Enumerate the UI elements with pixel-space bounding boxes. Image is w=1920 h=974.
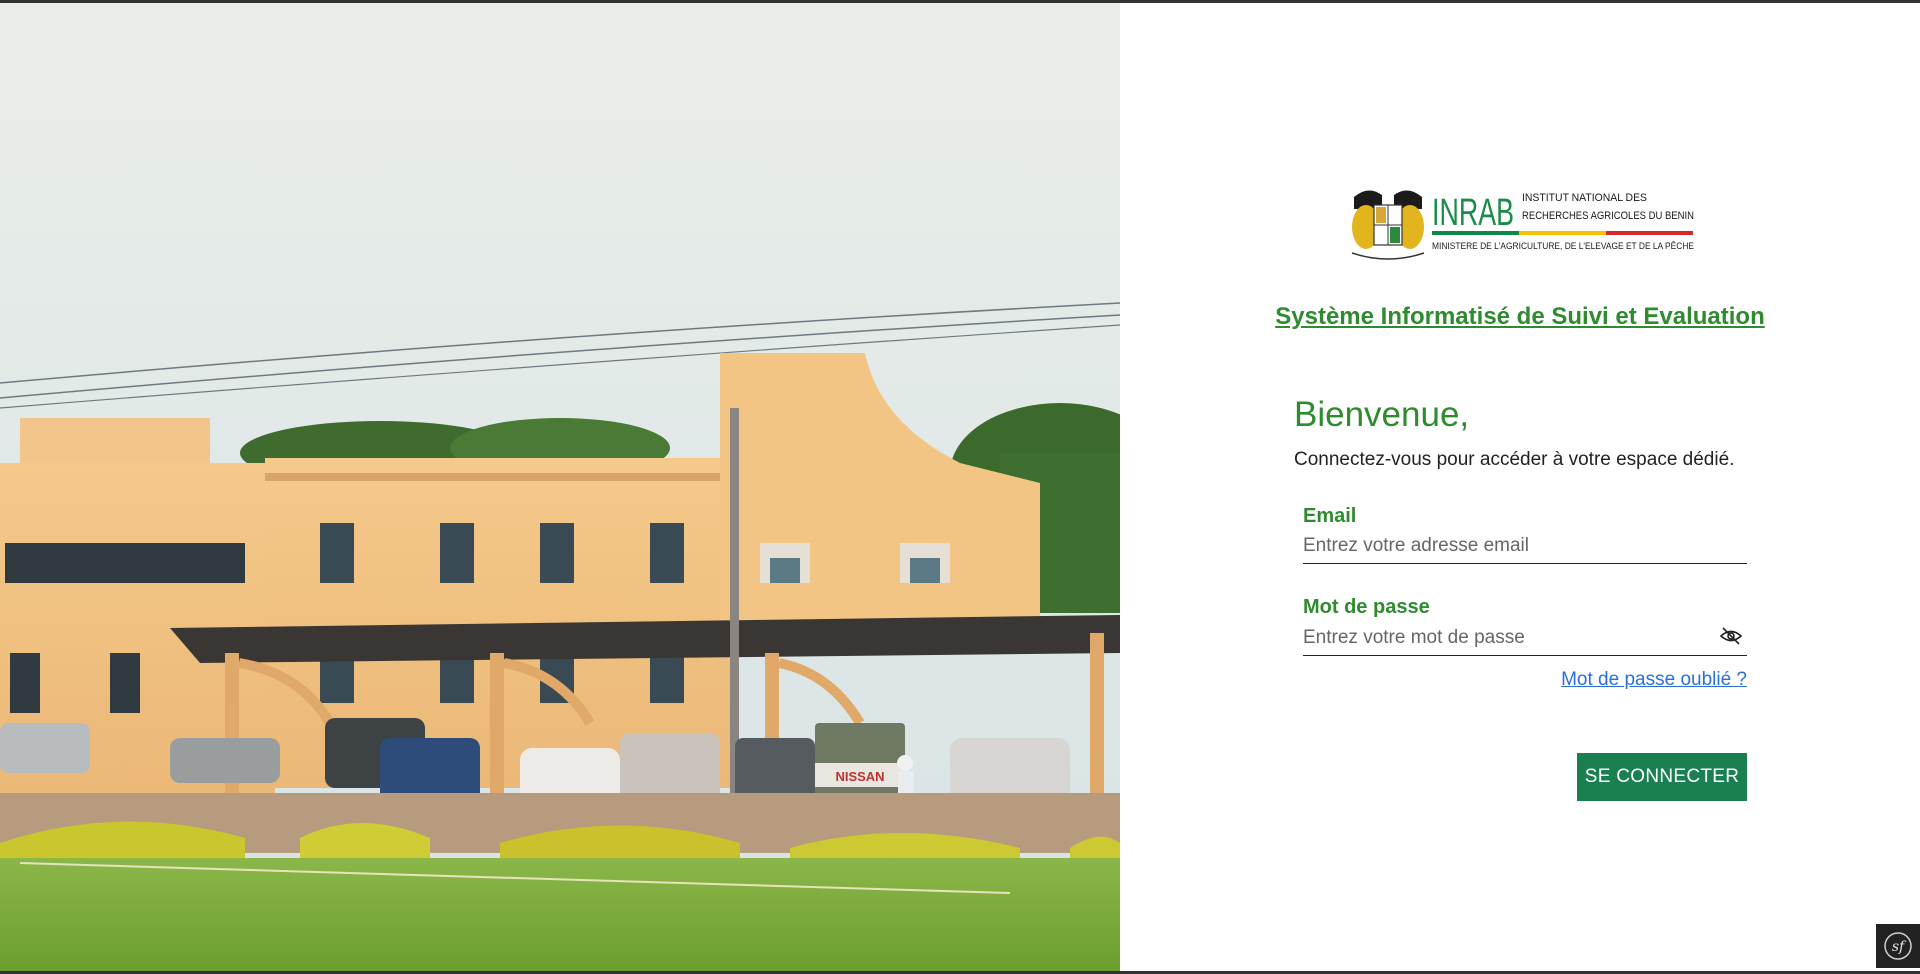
email-label: Email: [1303, 505, 1357, 527]
logo-line-2: RECHERCHES AGRICOLES DU BENIN: [1522, 210, 1694, 222]
logo-acronym: INRAB: [1432, 192, 1514, 234]
welcome-subtitle: Connectez-vous pour accéder à votre espa…: [1294, 449, 1735, 470]
forgot-password-link[interactable]: Mot de passe oublié ?: [1561, 669, 1747, 691]
login-button[interactable]: SE CONNECTER: [1577, 753, 1747, 801]
password-input[interactable]: [1303, 621, 1747, 656]
truck-brand-text: NISSAN: [835, 769, 884, 784]
benin-coat-of-arms-icon: [1351, 190, 1425, 260]
login-panel: INRAB INSTITUT NATIONAL DES RECHERCHES A…: [1120, 3, 1920, 971]
inrab-logo: INRAB INSTITUT NATIONAL DES RECHERCHES A…: [1351, 190, 1694, 260]
symfony-toolbar-toggle[interactable]: sf: [1876, 924, 1920, 968]
logo-line-1: INSTITUT NATIONAL DES: [1522, 192, 1647, 204]
eye-slash-icon[interactable]: [1720, 627, 1742, 645]
campus-photo: NISSAN: [0, 3, 1120, 971]
password-label: Mot de passe: [1303, 596, 1430, 618]
logo-ministry: MINISTERE DE L'AGRICULTURE, DE L'ELEVAGE…: [1432, 241, 1694, 251]
welcome-heading: Bienvenue,: [1294, 395, 1470, 434]
symfony-icon: sf: [1884, 932, 1912, 960]
symfony-glyph: sf: [1892, 939, 1907, 955]
email-input[interactable]: [1303, 529, 1747, 564]
app-title-link[interactable]: Système Informatisé de Suivi et Evaluati…: [1120, 303, 1920, 331]
